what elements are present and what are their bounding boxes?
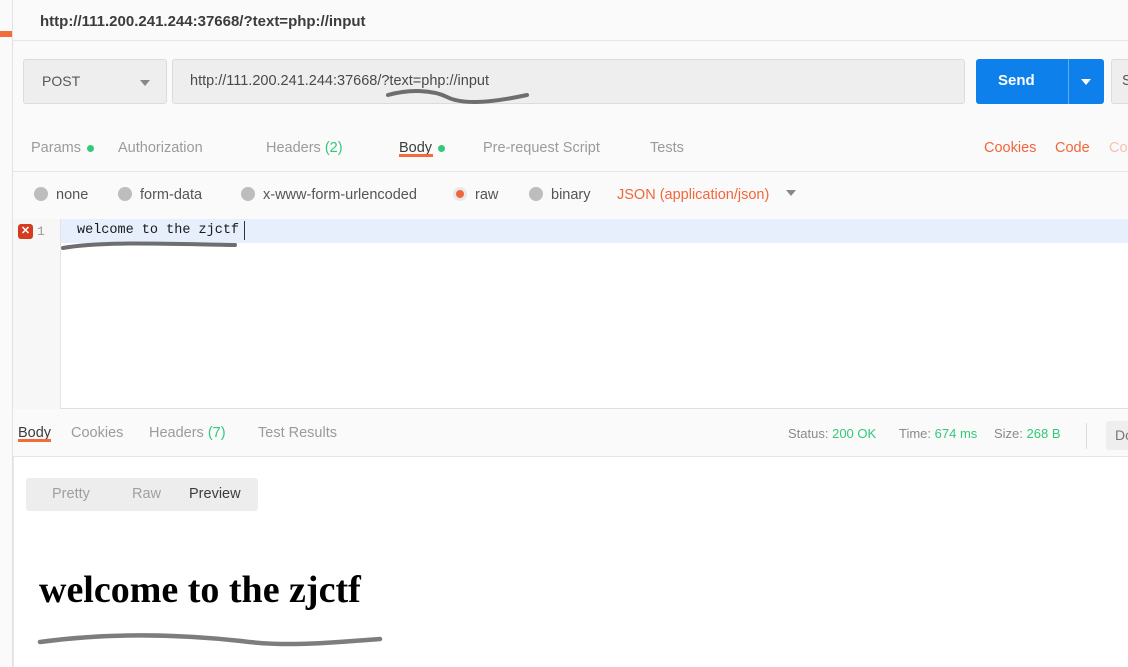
size-indicator: Size: 268 B [994,426,1061,441]
code-link[interactable]: Code [1055,140,1090,156]
editor-content: welcome to the zjctf [77,223,240,238]
active-tab-underline [18,439,51,442]
editor-gutter: ✕ 1 [13,219,61,409]
download-button[interactable]: Download [1106,421,1128,450]
response-tab-cookies[interactable]: Cookies [71,425,123,441]
download-button-label: Download [1115,427,1128,443]
radio-icon [241,186,255,201]
tab-pre-request-script[interactable]: Pre-request Script [483,140,600,156]
left-sidebar-edge [0,0,13,667]
body-type-binary[interactable]: binary [529,186,591,204]
body-type-row: none form-data x-www-form-urlencoded raw… [13,172,1128,219]
time-value: 674 ms [934,426,978,441]
body-type-label: form-data [140,187,203,203]
content-type-label: JSON (application/json) [617,187,770,203]
time-label: Time: [899,426,932,441]
tab-body[interactable]: Body [399,140,446,157]
body-type-label: raw [475,187,499,203]
radio-selected-icon [453,186,467,201]
body-type-raw[interactable]: raw [453,186,498,204]
status-value: 200 OK [832,426,877,441]
response-view-toggle: Pretty Raw Preview [26,478,258,511]
size-value: 268 B [1026,426,1061,441]
meta-divider [1086,423,1087,449]
active-tab-underline [399,154,433,157]
tab-authorization[interactable]: Authorization [118,140,203,156]
tab-params[interactable]: Params [31,140,94,156]
view-mode-pretty[interactable]: Pretty [52,486,90,502]
postman-window: http://111.200.241.244:37668/?text=php:/… [0,0,1128,667]
chevron-down-icon [140,80,150,86]
radio-icon [529,186,543,201]
view-mode-preview[interactable]: Preview [189,486,241,502]
http-method-select[interactable]: POST [23,59,167,104]
text-cursor [244,221,245,240]
active-tab-indicator [0,31,12,37]
url-input[interactable]: http://111.200.241.244:37668/?text=php:/… [172,59,965,104]
chevron-down-icon[interactable] [1081,79,1091,85]
request-body-editor[interactable]: ✕ 1 welcome to the zjctf [13,219,1128,409]
request-tabs: Params Authorization Headers (2) Body Pr… [13,128,1128,172]
response-tab-headers[interactable]: Headers (7) [149,425,226,441]
body-type-label: x-www-form-urlencoded [263,187,417,203]
send-divider [1068,59,1069,104]
error-marker-icon[interactable]: ✕ [18,224,33,239]
body-type-label: binary [551,187,591,203]
request-tab-title[interactable]: http://111.200.241.244:37668/?text=php:/… [40,13,366,30]
send-button[interactable]: Send [976,59,1104,104]
body-type-none[interactable]: none [34,186,88,204]
status-label: Status: [788,426,829,441]
url-row: POST http://111.200.241.244:37668/?text=… [13,41,1128,121]
preview-heading: welcome to the zjctf [39,569,361,611]
comments-link[interactable]: Comments [1109,140,1128,156]
chevron-down-icon [785,190,796,196]
time-indicator: Time: 674 ms [899,426,977,441]
view-mode-raw[interactable]: Raw [132,486,161,502]
response-tab-test-results[interactable]: Test Results [258,425,337,441]
editor-line-number: 1 [37,224,45,239]
http-method-label: POST [42,73,81,89]
tab-tests[interactable]: Tests [650,140,684,156]
body-type-label: none [56,187,89,203]
response-tab-body[interactable]: Body [18,425,51,442]
content-type-select[interactable]: JSON (application/json) [617,186,796,204]
tab-badge: (7) [203,425,226,441]
save-button-label: Save [1122,73,1128,89]
cookies-link[interactable]: Cookies [984,140,1036,156]
save-button[interactable]: Save [1111,59,1128,104]
tab-badge: (2) [320,140,343,156]
request-tab-bar: http://111.200.241.244:37668/?text=php:/… [13,0,1128,41]
url-input-value: http://111.200.241.244:37668/?text=php:/… [190,73,489,89]
response-body-panel: Pretty Raw Preview welcome to the zjctf [13,457,1128,667]
status-indicator: Status: 200 OK [788,426,876,441]
response-preview-frame: welcome to the zjctf [14,533,1128,667]
modified-dot-icon [438,144,446,152]
body-type-form-data[interactable]: form-data [118,186,202,204]
response-header: Body Cookies Headers (7) Test Results St… [13,413,1128,457]
radio-icon [34,186,48,201]
modified-dot-icon [86,144,94,152]
body-type-urlencoded[interactable]: x-www-form-urlencoded [241,186,417,204]
send-button-label: Send [998,72,1035,89]
tab-headers[interactable]: Headers (2) [266,140,343,156]
radio-icon [118,186,132,201]
size-label: Size: [994,426,1023,441]
